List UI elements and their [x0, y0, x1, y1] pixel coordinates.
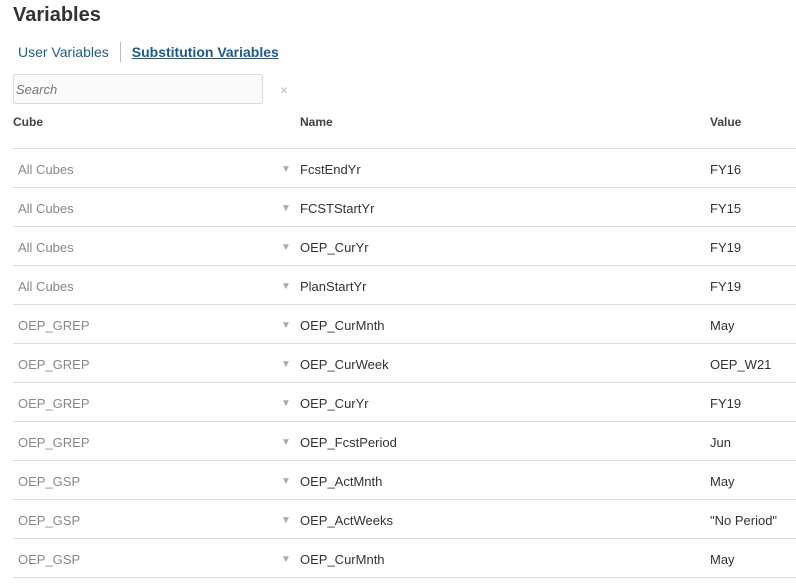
name-cell[interactable]: FcstEndYr: [300, 162, 361, 177]
cube-cell[interactable]: OEP_GREP: [18, 396, 90, 411]
value-cell[interactable]: FY19: [710, 396, 741, 411]
name-cell[interactable]: OEP_FcstPeriod: [300, 435, 397, 450]
cube-cell[interactable]: OEP_GREP: [18, 357, 90, 372]
tab-divider: [119, 42, 121, 62]
cube-cell[interactable]: OEP_GSP: [18, 513, 80, 528]
value-cell[interactable]: May: [710, 474, 735, 489]
table-row[interactable]: OEP_GSP ▼ OEP_CurMnth May: [13, 539, 796, 578]
dropdown-arrow-icon[interactable]: ▼: [281, 398, 291, 409]
cube-cell[interactable]: All Cubes: [18, 240, 74, 255]
name-cell[interactable]: OEP_ActWeeks: [300, 513, 393, 528]
name-cell[interactable]: OEP_CurMnth: [300, 318, 385, 333]
dropdown-arrow-icon[interactable]: ▼: [281, 554, 291, 565]
value-cell[interactable]: Jun: [710, 435, 731, 450]
table-row[interactable]: OEP_GREP ▼ OEP_CurWeek OEP_W21: [13, 344, 796, 383]
name-cell[interactable]: PlanStartYr: [300, 279, 366, 294]
tab-substitution-variables[interactable]: Substitution Variables: [132, 44, 279, 60]
cube-cell[interactable]: OEP_GREP: [18, 318, 90, 333]
column-header-name[interactable]: Name: [300, 115, 333, 129]
name-cell[interactable]: OEP_CurYr: [300, 240, 369, 255]
value-cell[interactable]: FY19: [710, 240, 741, 255]
dropdown-arrow-icon[interactable]: ▼: [281, 515, 291, 526]
value-cell[interactable]: OEP_W21: [710, 357, 771, 372]
cube-cell[interactable]: OEP_GSP: [18, 552, 80, 567]
table-row[interactable]: All Cubes ▼ OEP_CurYr FY19: [13, 227, 796, 266]
cube-cell[interactable]: All Cubes: [18, 162, 74, 177]
clear-search-icon[interactable]: ×: [280, 82, 288, 98]
table-row[interactable]: OEP_GSP ▼ OEP_ActWeeks "No Period": [13, 500, 796, 539]
dropdown-arrow-icon[interactable]: ▼: [281, 359, 291, 370]
cube-cell[interactable]: All Cubes: [18, 201, 74, 216]
name-cell[interactable]: OEP_CurYr: [300, 396, 369, 411]
tab-user-variables[interactable]: User Variables: [18, 44, 109, 60]
dropdown-arrow-icon[interactable]: ▼: [281, 320, 291, 331]
dropdown-arrow-icon[interactable]: ▼: [281, 437, 291, 448]
search-input[interactable]: [13, 74, 263, 104]
page-title: Variables: [13, 4, 101, 26]
dropdown-arrow-icon[interactable]: ▼: [281, 164, 291, 175]
name-cell[interactable]: OEP_CurWeek: [300, 357, 389, 372]
value-cell[interactable]: May: [710, 318, 735, 333]
tab-bar: User Variables Substitution Variables: [18, 42, 279, 62]
name-cell[interactable]: OEP_ActMnth: [300, 474, 382, 489]
value-cell[interactable]: FY19: [710, 279, 741, 294]
column-header-cube[interactable]: Cube: [13, 115, 43, 129]
table-row[interactable]: OEP_GREP ▼ OEP_FcstPeriod Jun: [13, 422, 796, 461]
table-row[interactable]: All Cubes ▼ PlanStartYr FY19: [13, 266, 796, 305]
table-row[interactable]: OEP_GREP ▼ OEP_CurMnth May: [13, 305, 796, 344]
dropdown-arrow-icon[interactable]: ▼: [281, 476, 291, 487]
dropdown-arrow-icon[interactable]: ▼: [281, 281, 291, 292]
cube-cell[interactable]: OEP_GREP: [18, 435, 90, 450]
dropdown-arrow-icon[interactable]: ▼: [281, 242, 291, 253]
dropdown-arrow-icon[interactable]: ▼: [281, 203, 291, 214]
column-header-value[interactable]: Value: [710, 115, 741, 129]
value-cell[interactable]: FY15: [710, 201, 741, 216]
cube-cell[interactable]: OEP_GSP: [18, 474, 80, 489]
value-cell[interactable]: "No Period": [710, 513, 777, 528]
table-row[interactable]: OEP_GREP ▼ OEP_CurYr FY19: [13, 383, 796, 422]
table-row[interactable]: All Cubes ▼ FCSTStartYr FY15: [13, 188, 796, 227]
value-cell[interactable]: May: [710, 552, 735, 567]
table-row[interactable]: All Cubes ▼ FcstEndYr FY16: [13, 149, 796, 188]
name-cell[interactable]: FCSTStartYr: [300, 201, 374, 216]
table-row[interactable]: OEP_GSP ▼ OEP_ActMnth May: [13, 461, 796, 500]
cube-cell[interactable]: All Cubes: [18, 279, 74, 294]
value-cell[interactable]: FY16: [710, 162, 741, 177]
variables-table: All Cubes ▼ FcstEndYr FY16 All Cubes ▼ FC…: [13, 148, 796, 578]
name-cell[interactable]: OEP_CurMnth: [300, 552, 385, 567]
